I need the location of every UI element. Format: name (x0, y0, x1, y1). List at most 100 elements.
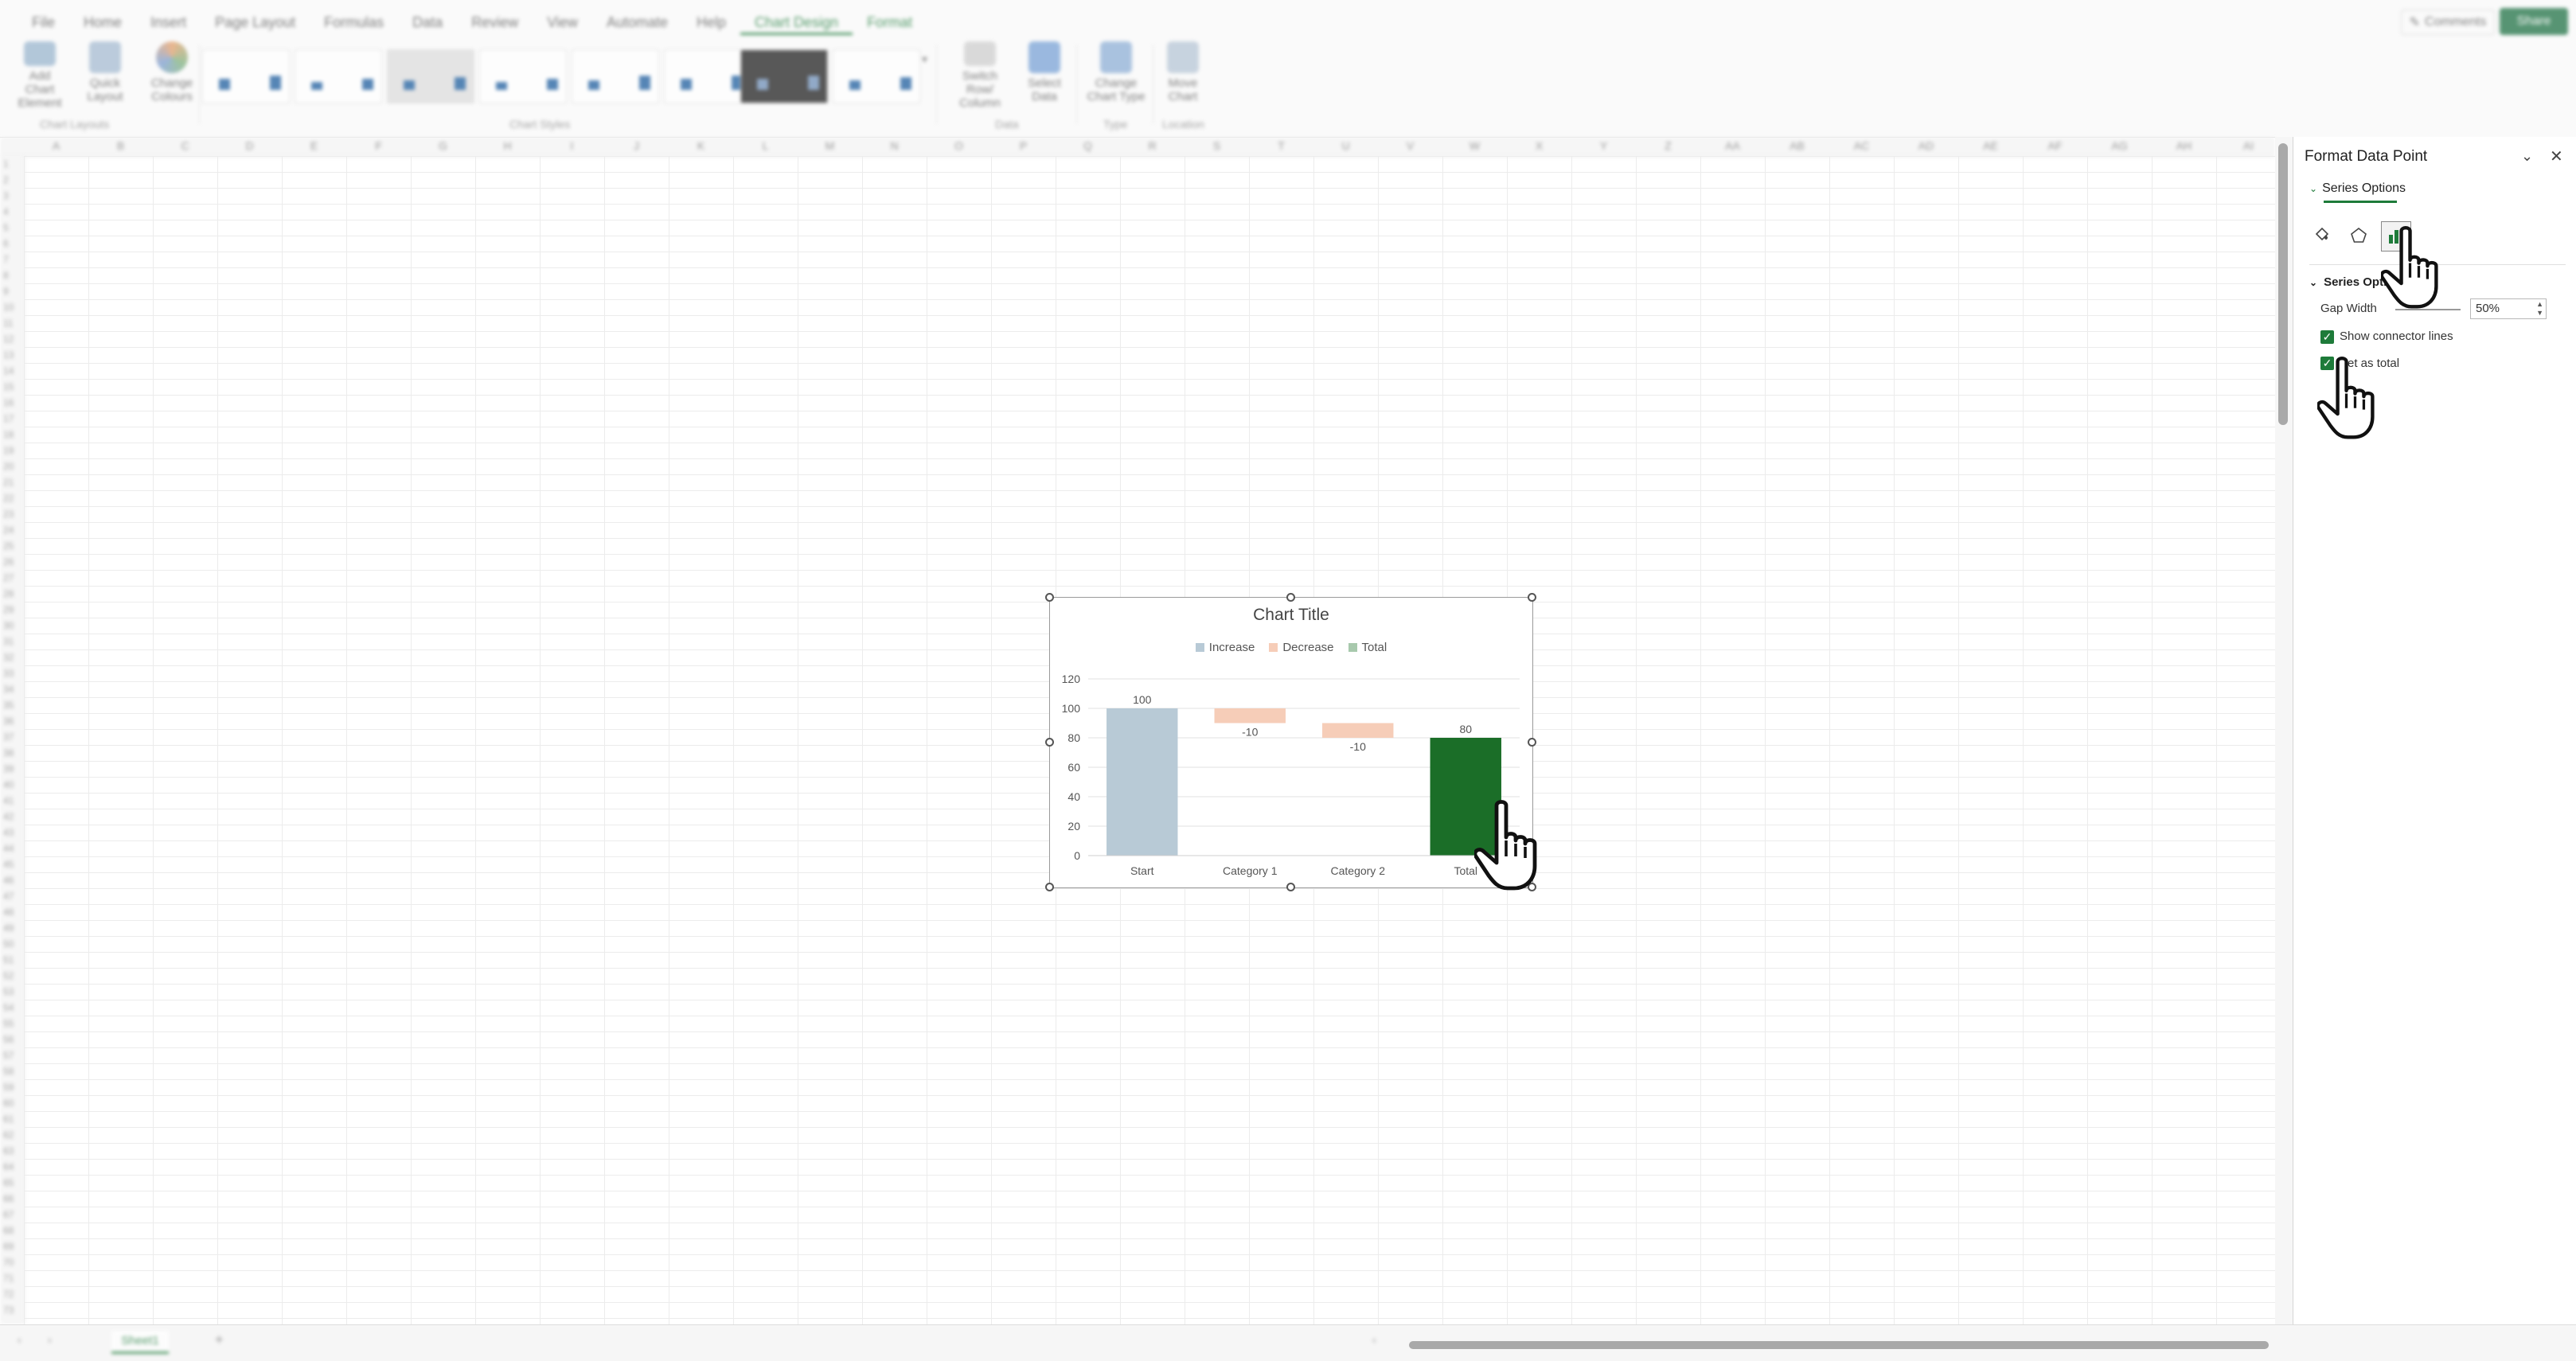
row-header[interactable]: 66 (3, 1193, 14, 1204)
sheet-tab-sheet1[interactable]: Sheet1 (111, 1331, 169, 1354)
row-header[interactable]: 15 (3, 381, 14, 392)
row-header[interactable]: 21 (3, 477, 14, 488)
row-header[interactable]: 18 (3, 429, 14, 440)
row-header[interactable]: 14 (3, 365, 14, 376)
tab-automate[interactable]: Automate (592, 11, 682, 35)
quick-layout-button[interactable]: Quick Layout (81, 41, 129, 110)
row-header[interactable]: 56 (3, 1034, 14, 1045)
tab-file[interactable]: File (18, 11, 69, 35)
column-header-z[interactable]: Z (1636, 139, 1700, 152)
row-header[interactable]: 58 (3, 1066, 14, 1077)
row-header[interactable]: 53 (3, 986, 14, 997)
row-header[interactable]: 43 (3, 827, 14, 838)
effects-button[interactable] (2344, 221, 2373, 250)
row-header[interactable]: 34 (3, 684, 14, 695)
chart-style-7[interactable] (740, 49, 828, 103)
column-header-ad[interactable]: AD (1894, 139, 1958, 152)
tab-page-layout[interactable]: Page Layout (201, 11, 310, 35)
share-button[interactable]: Share (2500, 8, 2568, 35)
column-header-o[interactable]: O (927, 139, 991, 152)
data-label[interactable]: -10 (1350, 740, 1366, 753)
show-connector-lines-checkbox[interactable]: ✓ (2320, 330, 2334, 344)
column-header-p[interactable]: P (991, 139, 1056, 152)
waterfall-chart[interactable]: Chart Title Increase Decrease Total 0 20 4… (1045, 593, 1536, 891)
row-header[interactable]: 35 (3, 700, 14, 711)
row-header[interactable]: 31 (3, 636, 14, 647)
row-header[interactable]: 64 (3, 1161, 14, 1172)
row-header[interactable]: 42 (3, 811, 14, 822)
data-label[interactable]: -10 (1242, 726, 1258, 739)
row-header[interactable]: 67 (3, 1209, 14, 1220)
move-chart-button[interactable]: Move Chart (1159, 41, 1207, 110)
column-header-g[interactable]: G (411, 139, 475, 152)
row-header[interactable]: 13 (3, 349, 14, 361)
data-label[interactable]: 80 (1459, 723, 1472, 735)
resize-handle[interactable] (1286, 883, 1295, 891)
column-header-e[interactable]: E (282, 139, 346, 152)
row-header[interactable]: 16 (3, 397, 14, 408)
column-header-l[interactable]: L (733, 139, 798, 152)
change-colours-button[interactable]: Change Colours (148, 41, 196, 110)
row-header[interactable]: 49 (3, 922, 14, 934)
row-header[interactable]: 12 (3, 333, 14, 345)
fill-line-button[interactable] (2308, 221, 2336, 250)
column-header-r[interactable]: R (1120, 139, 1185, 152)
close-icon[interactable]: ✕ (2550, 146, 2563, 166)
chart-style-1[interactable] (202, 49, 290, 103)
scroll-right-icon[interactable]: › (48, 1333, 52, 1346)
tab-formulas[interactable]: Formulas (310, 11, 398, 35)
column-header-ah[interactable]: AH (2152, 139, 2216, 152)
row-header[interactable]: 59 (3, 1082, 14, 1093)
column-header-ab[interactable]: AB (1765, 139, 1829, 152)
chart-style-3[interactable] (387, 49, 474, 103)
row-header[interactable]: 62 (3, 1129, 14, 1141)
row-header[interactable]: 11 (3, 318, 13, 329)
row-header[interactable]: 1 (3, 158, 9, 170)
row-header[interactable]: 37 (3, 731, 14, 743)
row-header[interactable]: 48 (3, 907, 14, 918)
gap-width-input[interactable]: 50% ▲ ▼ (2470, 298, 2547, 319)
row-header[interactable]: 68 (3, 1225, 14, 1236)
row-header[interactable]: 2 (3, 174, 9, 185)
row-header[interactable]: 22 (3, 493, 14, 504)
row-header[interactable]: 63 (3, 1145, 14, 1156)
row-header[interactable]: 7 (3, 254, 9, 265)
row-header[interactable]: 65 (3, 1177, 14, 1188)
more-styles-icon[interactable]: ▾ (922, 53, 927, 66)
row-header[interactable]: 45 (3, 859, 14, 870)
resize-handle[interactable] (1528, 738, 1536, 747)
row-header[interactable]: 24 (3, 525, 14, 536)
horizontal-scroll-thumb[interactable] (1409, 1341, 2269, 1349)
tab-insert[interactable]: Insert (136, 11, 201, 35)
row-header[interactable]: 72 (3, 1289, 14, 1300)
column-header-c[interactable]: C (153, 139, 217, 152)
row-header[interactable]: 25 (3, 540, 14, 552)
chart-style-5[interactable] (572, 49, 659, 103)
row-header[interactable]: 54 (3, 1002, 14, 1013)
plot-area[interactable]: 0 20 40 60 80 100 120 100 Start -10 Category 1 -10 C… (1050, 598, 1532, 887)
row-header[interactable]: 71 (3, 1273, 14, 1284)
column-header-w[interactable]: W (1442, 139, 1507, 152)
row-header[interactable]: 27 (3, 572, 14, 583)
bar-category-1[interactable] (1214, 708, 1286, 723)
column-header-m[interactable]: M (798, 139, 862, 152)
row-header[interactable]: 40 (3, 779, 14, 790)
row-header[interactable]: 3 (3, 190, 9, 201)
column-header-n[interactable]: N (862, 139, 927, 152)
row-header[interactable]: 26 (3, 556, 14, 567)
row-header[interactable]: 19 (3, 445, 14, 456)
row-header[interactable]: 5 (3, 222, 9, 233)
row-header[interactable]: 28 (3, 588, 14, 599)
row-header[interactable]: 10 (3, 302, 14, 313)
row-header[interactable]: 17 (3, 413, 14, 424)
column-header-v[interactable]: V (1378, 139, 1442, 152)
column-header-h[interactable]: H (475, 139, 540, 152)
tab-data[interactable]: Data (398, 11, 457, 35)
column-header-ae[interactable]: AE (1958, 139, 2023, 152)
row-header[interactable]: 47 (3, 891, 14, 902)
row-header[interactable]: 69 (3, 1241, 14, 1252)
column-header-x[interactable]: X (1507, 139, 1571, 152)
row-header[interactable]: 50 (3, 938, 14, 950)
row-header[interactable]: 39 (3, 763, 14, 774)
scroll-left-icon[interactable]: ‹ (18, 1333, 21, 1346)
